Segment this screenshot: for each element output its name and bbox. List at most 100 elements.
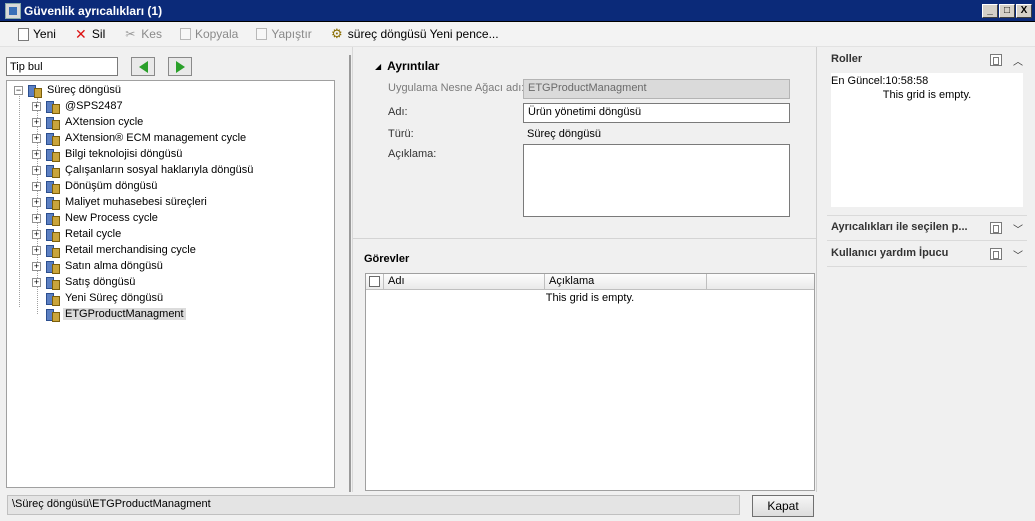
tree-item[interactable]: + Çalışanların sosyal haklarıyla döngüsü bbox=[7, 162, 334, 178]
name-label: Adı: bbox=[388, 106, 408, 118]
new-window-button[interactable]: ⚙ süreç döngüsü Yeni pence... bbox=[330, 27, 499, 42]
aot-name-field: ETGProductManagment bbox=[523, 79, 790, 99]
roles-title[interactable]: Roller bbox=[831, 53, 862, 65]
tasks-empty-message: This grid is empty. bbox=[545, 292, 635, 304]
expand-icon[interactable]: + bbox=[32, 181, 41, 191]
next-button[interactable] bbox=[168, 57, 192, 76]
expand-icon[interactable]: + bbox=[32, 261, 41, 271]
process-cycle-icon bbox=[45, 275, 60, 290]
expand-icon[interactable]: + bbox=[32, 277, 41, 287]
title-bar: Güvenlik ayrıcalıkları (1) _ □ X bbox=[0, 0, 1035, 22]
cut-button-label: Kes bbox=[141, 27, 162, 41]
process-cycle-icon bbox=[45, 211, 60, 226]
copy-button[interactable]: Kopyala bbox=[179, 27, 238, 41]
tree-item-label: Maliyet muhasebesi süreçleri bbox=[65, 196, 207, 208]
tree-item[interactable]: + New Process cycle bbox=[7, 210, 334, 226]
select-all-checkbox[interactable] bbox=[369, 276, 380, 287]
tree-item[interactable]: + Retail cycle bbox=[7, 226, 334, 242]
description-label: Açıklama: bbox=[388, 148, 437, 160]
tree-item-label: Bilgi teknolojisi döngüsü bbox=[65, 148, 183, 160]
tree-item-selected[interactable]: ETGProductManagment bbox=[7, 306, 334, 322]
tree-item[interactable]: Yeni Süreç döngüsü bbox=[7, 290, 334, 306]
close-button[interactable]: Kapat bbox=[752, 495, 814, 517]
expand-icon[interactable]: + bbox=[32, 165, 41, 175]
tasks-grid[interactable]: Adı Açıklama This grid is empty. bbox=[365, 273, 815, 491]
details-header[interactable]: ◢ Ayrıntılar bbox=[375, 59, 439, 73]
paste-button-label: Yapıştır bbox=[271, 27, 312, 41]
expand-icon[interactable]: + bbox=[32, 229, 41, 239]
tasks-title: Görevler bbox=[364, 253, 410, 265]
window-title: Güvenlik ayrıcalıkları (1) bbox=[24, 3, 163, 18]
expand-icon[interactable]: + bbox=[32, 101, 41, 111]
expand-icon[interactable]: + bbox=[32, 133, 41, 143]
separator bbox=[827, 240, 1027, 241]
roles-panel: En Güncel:10:58:58 This grid is empty. bbox=[831, 73, 1023, 207]
delete-button[interactable]: ✕ Sil bbox=[74, 27, 105, 41]
tree-item[interactable]: + Dönüşüm döngüsü bbox=[7, 178, 334, 194]
process-cycle-icon bbox=[45, 147, 60, 162]
process-cycle-icon bbox=[45, 179, 60, 194]
tree-item[interactable]: + Satın alma döngüsü bbox=[7, 258, 334, 274]
find-type-input[interactable] bbox=[6, 57, 118, 76]
cut-button[interactable]: ✂ Kes bbox=[123, 27, 162, 41]
type-label: Türü: bbox=[388, 128, 414, 140]
type-value: Süreç döngüsü bbox=[527, 128, 601, 140]
tree-item[interactable]: + @SPS2487 bbox=[7, 98, 334, 114]
tree-item-label: @SPS2487 bbox=[65, 100, 123, 112]
process-cycle-icon bbox=[45, 227, 60, 242]
privilege-tree[interactable]: − Süreç döngüsü + @SPS2487 + AXtension c… bbox=[6, 80, 335, 488]
process-cycle-icon bbox=[45, 163, 60, 178]
process-cycle-icon bbox=[45, 291, 60, 306]
tree-item[interactable]: + Maliyet muhasebesi süreçleri bbox=[7, 194, 334, 210]
chevron-down-icon[interactable]: ﹀ bbox=[1013, 247, 1023, 262]
minimize-button[interactable]: _ bbox=[982, 3, 998, 18]
tree-item-label: Dönüşüm döngüsü bbox=[65, 180, 158, 192]
paste-icon bbox=[256, 28, 268, 40]
name-field[interactable]: Ürün yönetimi döngüsü bbox=[523, 103, 790, 123]
arrow-left-icon bbox=[138, 60, 148, 73]
tree-item[interactable]: + Satış döngüsü bbox=[7, 274, 334, 290]
expand-icon[interactable]: + bbox=[32, 149, 41, 159]
open-pane-icon[interactable] bbox=[990, 248, 1002, 260]
tree-item-label: Yeni Süreç döngüsü bbox=[65, 292, 164, 304]
paste-button[interactable]: Yapıştır bbox=[256, 27, 312, 41]
close-window-button[interactable]: X bbox=[1016, 3, 1032, 18]
collapse-triangle-icon: ◢ bbox=[375, 61, 382, 71]
tree-item-label: AXtension® ECM management cycle bbox=[65, 132, 247, 144]
tree-item[interactable]: + Retail merchandising cycle bbox=[7, 242, 334, 258]
tree-item[interactable]: + Bilgi teknolojisi döngüsü bbox=[7, 146, 334, 162]
new-window-button-label: süreç döngüsü Yeni pence... bbox=[347, 27, 499, 41]
process-cycle-icon bbox=[45, 99, 60, 114]
previous-button[interactable] bbox=[131, 57, 155, 76]
tree-item-label: Retail merchandising cycle bbox=[65, 244, 196, 256]
open-pane-icon[interactable] bbox=[990, 54, 1002, 66]
expand-icon[interactable]: + bbox=[32, 117, 41, 127]
status-path: \Süreç döngüsü\ETGProductManagment bbox=[7, 495, 740, 515]
tree-item-label: Satış döngüsü bbox=[65, 276, 136, 288]
open-pane-icon[interactable] bbox=[990, 222, 1002, 234]
column-header-name[interactable]: Adı bbox=[384, 274, 545, 289]
tree-item-label: New Process cycle bbox=[65, 212, 158, 224]
process-cycle-icon bbox=[27, 83, 42, 98]
left-pane: − Süreç döngüsü + @SPS2487 + AXtension c… bbox=[0, 47, 345, 492]
tree-item-label: AXtension cycle bbox=[65, 116, 144, 128]
expand-icon[interactable]: + bbox=[32, 197, 41, 207]
tree-item[interactable]: + AXtension® ECM management cycle bbox=[7, 130, 334, 146]
process-cycle-icon bbox=[45, 259, 60, 274]
column-header-description[interactable]: Açıklama bbox=[545, 274, 707, 289]
new-button[interactable]: Yeni bbox=[18, 27, 56, 41]
collapse-icon[interactable]: − bbox=[14, 85, 23, 95]
chevron-down-icon[interactable]: ﹀ bbox=[1013, 221, 1023, 236]
tree-item[interactable]: + AXtension cycle bbox=[7, 114, 334, 130]
details-title: Ayrıntılar bbox=[387, 59, 440, 73]
copy-icon bbox=[179, 28, 191, 40]
privileges-title[interactable]: Ayrıcalıkları ile seçilen p... bbox=[831, 221, 968, 233]
description-field[interactable] bbox=[523, 144, 790, 217]
expand-icon[interactable]: + bbox=[32, 245, 41, 255]
help-tip-title[interactable]: Kullanıcı yardım İpucu bbox=[831, 247, 948, 259]
expand-icon[interactable]: + bbox=[32, 213, 41, 223]
maximize-button[interactable]: □ bbox=[999, 3, 1015, 18]
chevron-up-icon[interactable]: ︿ bbox=[1013, 53, 1023, 68]
tree-item-label: Çalışanların sosyal haklarıyla döngüsü bbox=[65, 164, 254, 176]
tree-root-row[interactable]: − Süreç döngüsü bbox=[7, 82, 334, 98]
